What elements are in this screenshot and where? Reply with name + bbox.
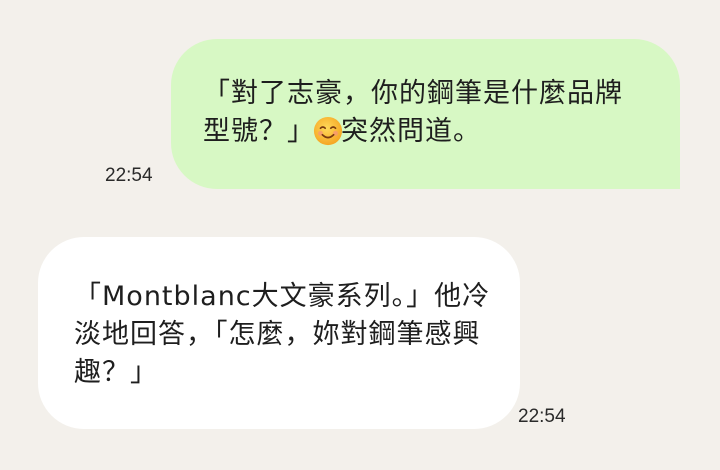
incoming-message-text: 「Montblanc大文豪系列。」他冷淡地回答，「怎麼，妳對鋼筆感興趣？」 [74, 281, 491, 388]
incoming-message-time: 22:54 [518, 406, 566, 427]
outgoing-message-text-part2: 突然問道。 [341, 116, 481, 147]
incoming-message-bubble[interactable]: 「Montblanc大文豪系列。」他冷淡地回答，「怎麼，妳對鋼筆感興趣？」 [38, 237, 520, 429]
outgoing-message-time: 22:54 [105, 165, 153, 186]
outgoing-message-bubble[interactable]: 「對了志豪，你的鋼筆是什麼品牌型號？」 突然問道。 [171, 39, 680, 189]
chat-area: 「對了志豪，你的鋼筆是什麼品牌型號？」 突然問道。 22:54 「Montbla… [0, 0, 720, 470]
smiling-face-icon [313, 116, 343, 146]
